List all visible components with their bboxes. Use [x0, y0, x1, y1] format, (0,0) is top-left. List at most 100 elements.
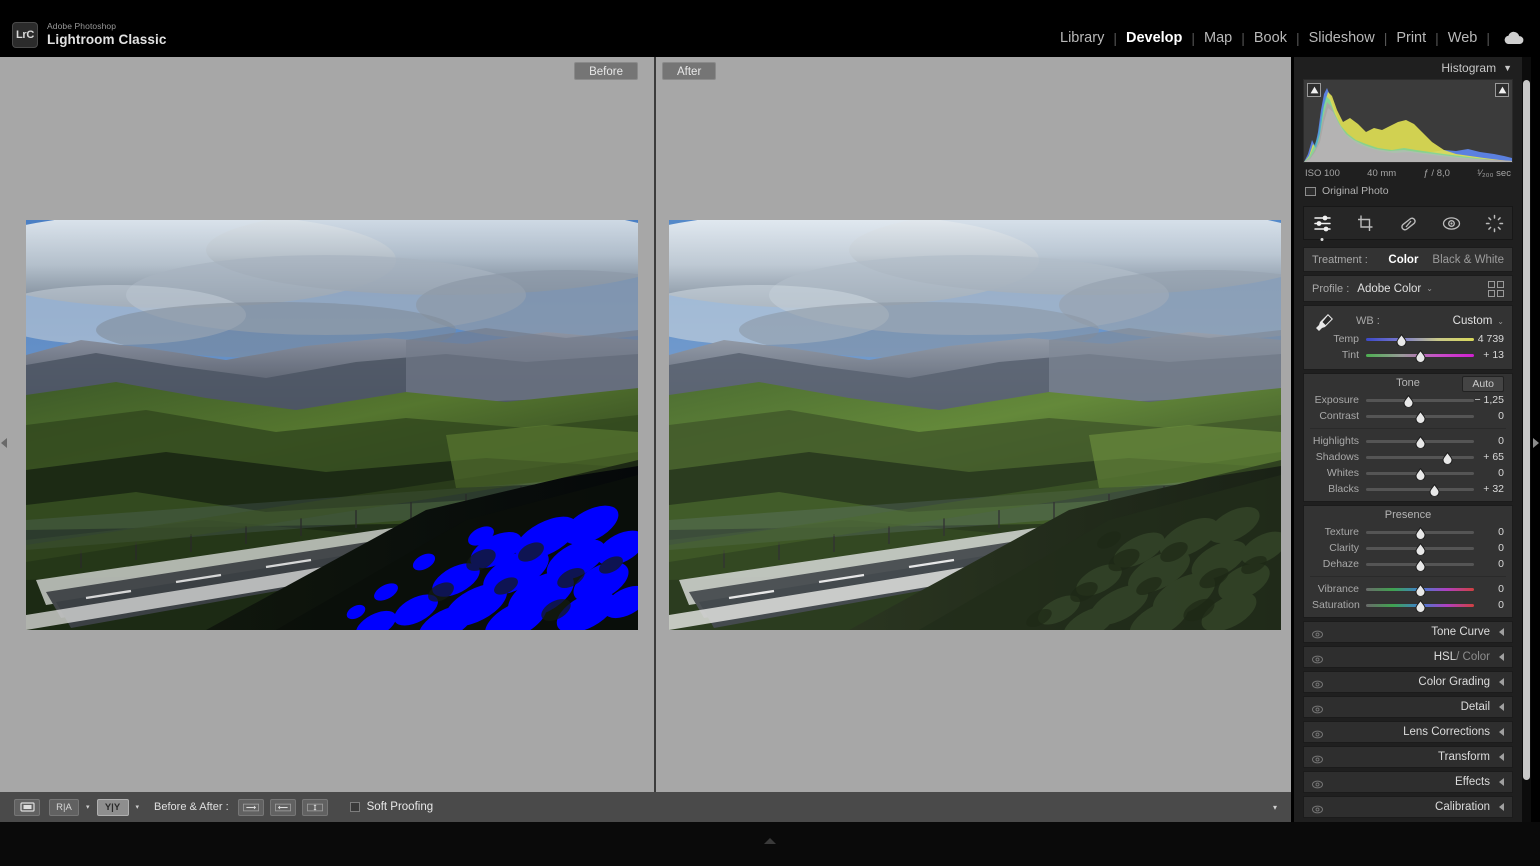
- slider-knob[interactable]: [1414, 542, 1426, 556]
- slider-value[interactable]: 0: [1474, 526, 1504, 538]
- slider-value[interactable]: 0: [1474, 583, 1504, 595]
- slider-value[interactable]: 0: [1474, 542, 1504, 554]
- slider-value[interactable]: 0: [1474, 410, 1504, 422]
- right-panel-scrollbar-thumb[interactable]: [1523, 80, 1530, 780]
- panel-expand-triangle-icon[interactable]: [1499, 728, 1504, 736]
- cloud-icon[interactable]: [1502, 30, 1526, 46]
- panel-detail[interactable]: Detail: [1303, 696, 1513, 718]
- module-web[interactable]: Web: [1439, 30, 1487, 46]
- module-develop[interactable]: Develop: [1117, 30, 1191, 46]
- treatment-black-white[interactable]: Black & White: [1432, 254, 1504, 266]
- slider-track[interactable]: [1366, 433, 1474, 449]
- slider-contrast[interactable]: Contrast 0: [1304, 408, 1512, 424]
- compare-caret-icon[interactable]: ▾: [86, 803, 90, 811]
- module-library[interactable]: Library: [1051, 30, 1113, 46]
- highlight-clipping-toggle[interactable]: [1495, 83, 1509, 97]
- panel-visibility-eye-icon[interactable]: [1312, 752, 1323, 763]
- original-photo-row[interactable]: Original Photo: [1305, 185, 1511, 197]
- slider-track[interactable]: [1366, 597, 1474, 613]
- treatment-color[interactable]: Color: [1388, 254, 1418, 266]
- masking-icon[interactable]: [1485, 214, 1504, 233]
- slider-value[interactable]: 0: [1474, 467, 1504, 479]
- before-photo[interactable]: [26, 220, 638, 630]
- slider-knob[interactable]: [1414, 410, 1426, 424]
- swap-before-after-button[interactable]: [301, 798, 328, 816]
- before-after-caret-icon[interactable]: ▾: [136, 803, 140, 811]
- slider-track[interactable]: [1366, 408, 1474, 424]
- panel-expand-triangle-icon[interactable]: [1499, 803, 1504, 811]
- module-book[interactable]: Book: [1245, 30, 1296, 46]
- filmstrip-toggle-bar[interactable]: [0, 822, 1540, 866]
- copy-before-to-after-button[interactable]: [269, 798, 296, 816]
- panel-visibility-eye-icon[interactable]: [1312, 702, 1323, 713]
- panel-hsl[interactable]: HSL/ Color: [1303, 646, 1513, 668]
- slider-knob[interactable]: [1396, 333, 1407, 347]
- copy-after-to-before-button[interactable]: [237, 798, 264, 816]
- after-photo[interactable]: [669, 220, 1281, 630]
- left-panel-collapse-arrow[interactable]: [0, 436, 8, 448]
- slider-track[interactable]: [1366, 556, 1474, 572]
- after-pane[interactable]: After: [656, 57, 1291, 792]
- panel-visibility-eye-icon[interactable]: [1312, 777, 1323, 788]
- slider-blacks[interactable]: Blacks + 32: [1304, 481, 1512, 497]
- slider-track[interactable]: [1366, 465, 1474, 481]
- chevron-down-icon[interactable]: ▼: [1503, 63, 1512, 73]
- slider-value[interactable]: 0: [1474, 599, 1504, 611]
- panel-visibility-eye-icon[interactable]: [1312, 802, 1323, 813]
- panel-expand-triangle-icon[interactable]: [1499, 703, 1504, 711]
- slider-track[interactable]: [1366, 392, 1474, 408]
- slider-vibrance[interactable]: Vibrance 0: [1304, 581, 1512, 597]
- slider-knob[interactable]: [1403, 394, 1414, 408]
- slider-clarity[interactable]: Clarity 0: [1304, 540, 1512, 556]
- slider-value[interactable]: 0: [1474, 558, 1504, 570]
- slider-value[interactable]: + 32: [1474, 483, 1504, 495]
- slider-knob[interactable]: [1414, 558, 1426, 572]
- panel-expand-triangle-icon[interactable]: [1499, 778, 1504, 786]
- auto-tone-button[interactable]: Auto: [1462, 376, 1504, 392]
- edit-sliders-icon[interactable]: [1313, 214, 1332, 241]
- panel-effects[interactable]: Effects: [1303, 771, 1513, 793]
- slider-knob[interactable]: [1414, 599, 1426, 613]
- slider-track[interactable]: [1366, 481, 1474, 497]
- slider-texture[interactable]: Texture 0: [1304, 524, 1512, 540]
- healing-brush-icon[interactable]: [1399, 214, 1418, 233]
- wb-caret-icon[interactable]: ⌄: [1497, 317, 1504, 326]
- slider-dehaze[interactable]: Dehaze 0: [1304, 556, 1512, 572]
- slider-value[interactable]: 4 739: [1474, 333, 1504, 345]
- wb-value[interactable]: Custom: [1453, 315, 1493, 327]
- profile-browser-icon[interactable]: [1488, 280, 1504, 297]
- soft-proofing-checkbox[interactable]: [349, 802, 360, 812]
- module-print[interactable]: Print: [1387, 30, 1435, 46]
- compare-view-button[interactable]: R|A: [49, 798, 79, 816]
- module-map[interactable]: Map: [1195, 30, 1241, 46]
- histogram-chart[interactable]: [1303, 79, 1513, 163]
- panel-transform[interactable]: Transform: [1303, 746, 1513, 768]
- white-balance-eyedropper-icon[interactable]: [1313, 312, 1335, 336]
- slider-value[interactable]: + 65: [1474, 451, 1504, 463]
- slider-knob[interactable]: [1414, 583, 1426, 597]
- slider-knob[interactable]: [1414, 526, 1426, 540]
- slider-value[interactable]: − 1,25: [1474, 394, 1505, 406]
- panel-visibility-eye-icon[interactable]: [1312, 727, 1323, 738]
- slider-value[interactable]: + 13: [1474, 349, 1504, 361]
- slider-highlights[interactable]: Highlights 0: [1304, 433, 1512, 449]
- slider-track[interactable]: [1366, 449, 1474, 465]
- slider-exposure[interactable]: Exposure − 1,25: [1304, 392, 1512, 408]
- panel-expand-triangle-icon[interactable]: [1499, 653, 1504, 661]
- filmstrip-expand-arrow-icon[interactable]: [763, 832, 777, 844]
- slider-knob[interactable]: [1429, 483, 1440, 497]
- slider-temp[interactable]: Temp 4 739: [1304, 331, 1512, 347]
- slider-track[interactable]: [1366, 524, 1474, 540]
- profile-value[interactable]: Adobe Color: [1357, 283, 1421, 295]
- slider-tint[interactable]: Tint + 13: [1304, 347, 1512, 363]
- slider-whites[interactable]: Whites 0: [1304, 465, 1512, 481]
- slider-knob[interactable]: [1414, 467, 1426, 481]
- panel-visibility-eye-icon[interactable]: [1312, 627, 1323, 638]
- toolbar-options-caret[interactable]: ▾: [1273, 803, 1277, 812]
- slider-track[interactable]: [1366, 540, 1474, 556]
- slider-track[interactable]: [1366, 331, 1474, 347]
- panel-expand-triangle-icon[interactable]: [1499, 753, 1504, 761]
- slider-shadows[interactable]: Shadows + 65: [1304, 449, 1512, 465]
- shadow-clipping-toggle[interactable]: [1307, 83, 1321, 97]
- before-pane[interactable]: Before: [0, 57, 654, 792]
